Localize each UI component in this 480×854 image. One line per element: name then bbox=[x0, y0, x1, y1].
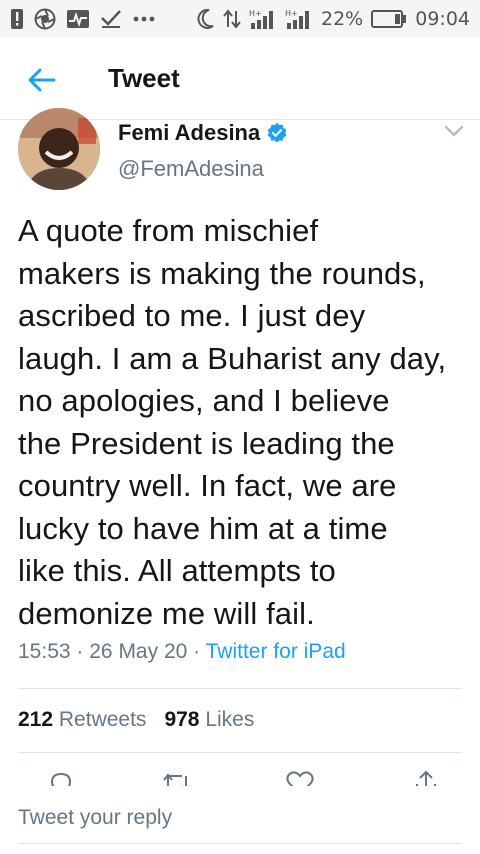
likes-label: Likes bbox=[205, 708, 255, 731]
divider bbox=[18, 752, 462, 753]
likes-count: 978 bbox=[164, 708, 200, 731]
verified-badge-icon bbox=[267, 122, 287, 143]
battery-percent: 22% bbox=[321, 8, 364, 30]
chevron-down-icon[interactable] bbox=[444, 124, 464, 138]
tweet-meta: 15:53 · 26 May 20 · Twitter for iPad bbox=[18, 640, 346, 664]
like-heart-icon[interactable] bbox=[286, 770, 314, 786]
status-bar: H+ H+ 22% 09:04 bbox=[0, 0, 480, 38]
retweet-icon[interactable] bbox=[162, 770, 192, 786]
status-system: H+ H+ 22% 09:04 bbox=[195, 8, 470, 30]
reply-input[interactable]: Tweet your reply bbox=[18, 806, 172, 830]
page-title: Tweet bbox=[108, 63, 180, 93]
retweets-count: 212 bbox=[18, 708, 54, 731]
data-transfer-icon bbox=[223, 9, 241, 29]
profile-photo bbox=[18, 108, 100, 190]
status-notifications bbox=[10, 8, 156, 30]
divider bbox=[18, 688, 462, 689]
retweets-label: Retweets bbox=[58, 708, 147, 731]
app-header: Tweet bbox=[0, 38, 480, 120]
signal-sim1-icon: H+ bbox=[249, 8, 277, 30]
signal-sim2-icon: H+ bbox=[285, 8, 313, 30]
back-arrow-icon[interactable] bbox=[26, 64, 58, 96]
clock: 09:04 bbox=[415, 8, 470, 30]
author-name-row[interactable]: Femi Adesina bbox=[118, 120, 288, 146]
battery-icon bbox=[371, 10, 407, 28]
aperture-icon bbox=[34, 8, 56, 30]
meta-separator: · bbox=[193, 640, 201, 663]
network-type-label: H+ bbox=[249, 9, 262, 18]
reply-icon[interactable] bbox=[48, 770, 74, 786]
likes-stat[interactable]: 978 Likes bbox=[164, 708, 254, 732]
moon-icon bbox=[195, 8, 215, 30]
tweet-stats: 212 Retweets 978 Likes bbox=[18, 708, 254, 732]
activity-icon bbox=[66, 9, 90, 29]
checkmark-icon bbox=[100, 9, 122, 29]
meta-separator: · bbox=[76, 640, 84, 663]
tweet-source-link[interactable]: Twitter for iPad bbox=[206, 640, 346, 663]
network-type-label: H+ bbox=[285, 9, 298, 18]
tweet-date: 26 May 20 bbox=[89, 640, 188, 663]
author-handle[interactable]: @FemAdesina bbox=[118, 156, 264, 182]
reply-input-underline bbox=[18, 843, 462, 844]
avatar[interactable] bbox=[18, 108, 100, 190]
retweets-stat[interactable]: 212 Retweets bbox=[18, 708, 146, 732]
share-icon[interactable] bbox=[414, 770, 438, 786]
tweet-text: A quote from mischief makers is making t… bbox=[18, 213, 447, 631]
more-notifications-icon bbox=[132, 15, 156, 23]
author-name[interactable]: Femi Adesina bbox=[118, 120, 260, 146]
tweet-actions bbox=[0, 770, 480, 786]
alert-icon bbox=[10, 8, 24, 30]
tweet-time: 15:53 bbox=[18, 640, 71, 663]
